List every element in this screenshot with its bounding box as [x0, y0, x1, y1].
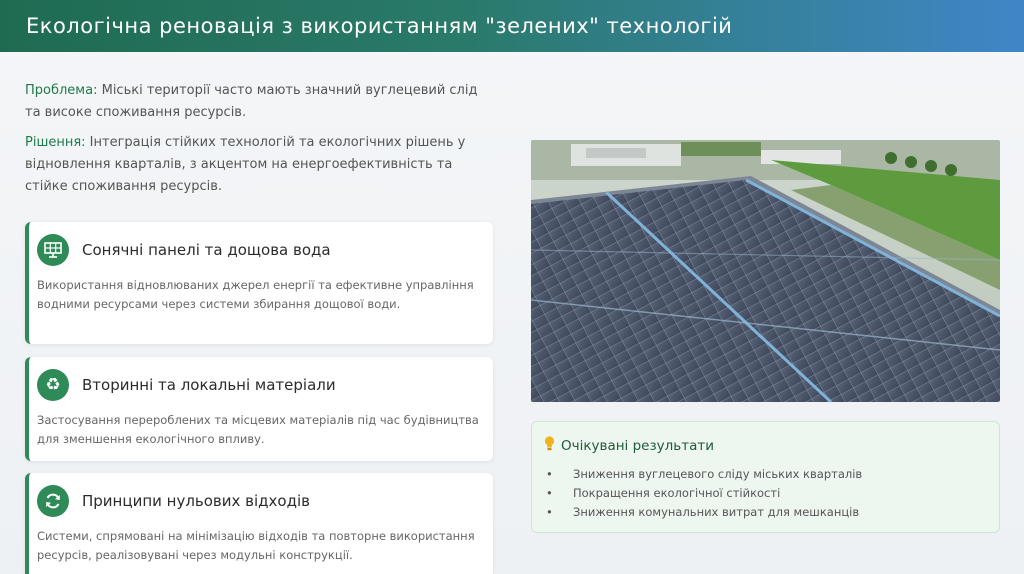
lightbulb-icon: [544, 436, 555, 455]
results-list: • Зниження вуглецевого сліду міських квар…: [544, 465, 987, 522]
intro-section: Проблема: Міські території часто мають з…: [25, 80, 495, 206]
bullet: •: [546, 505, 553, 519]
list-item: • Зниження комунальних витрат для мешканц…: [544, 503, 987, 522]
page-title: Екологічна реновація з використанням "зе…: [26, 14, 733, 38]
solution-label: Рішення:: [25, 135, 86, 150]
card-title: Принципи нульових відходів: [82, 492, 310, 510]
problem-label: Проблема:: [25, 83, 98, 98]
title-bar: Екологічна реновація з використанням "зе…: [0, 0, 1024, 52]
solar-roof-photo: [531, 140, 1000, 402]
list-item: • Покращення екологічної стійкості: [544, 484, 987, 503]
problem-paragraph: Проблема: Міські території часто мають з…: [25, 80, 495, 124]
expected-results-box: Очікувані результати • Зниження вуглецево…: [531, 421, 1000, 533]
card-title: Вторинні та локальні матеріали: [82, 376, 336, 394]
card-description: Застосування перероблених та місцевих ма…: [37, 413, 479, 446]
card-recycled-materials: ♻ Вторинні та локальні матеріали Застосу…: [25, 357, 493, 461]
card-description: Системи, спрямовані на мінімізацію відхо…: [37, 529, 475, 562]
solution-text: Інтеграція стійких технологій та екологі…: [25, 135, 466, 194]
list-item: • Зниження вуглецевого сліду міських квар…: [544, 465, 987, 484]
solar-panel-icon: [37, 234, 69, 266]
card-description: Використання відновлюваних джерел енергі…: [37, 278, 474, 311]
card-solar-rainwater: Сонячні панелі та дощова вода Використан…: [25, 222, 493, 344]
results-title: Очікувані результати: [561, 437, 714, 454]
refresh-icon: [37, 485, 69, 517]
solution-paragraph: Рішення: Інтеграція стійких технологій т…: [25, 132, 495, 198]
bullet: •: [546, 467, 553, 481]
card-zero-waste: Принципи нульових відходів Системи, спря…: [25, 473, 493, 574]
recycle-icon: ♻: [37, 369, 69, 401]
bullet: •: [546, 486, 553, 500]
card-title: Сонячні панелі та дощова вода: [82, 241, 331, 259]
